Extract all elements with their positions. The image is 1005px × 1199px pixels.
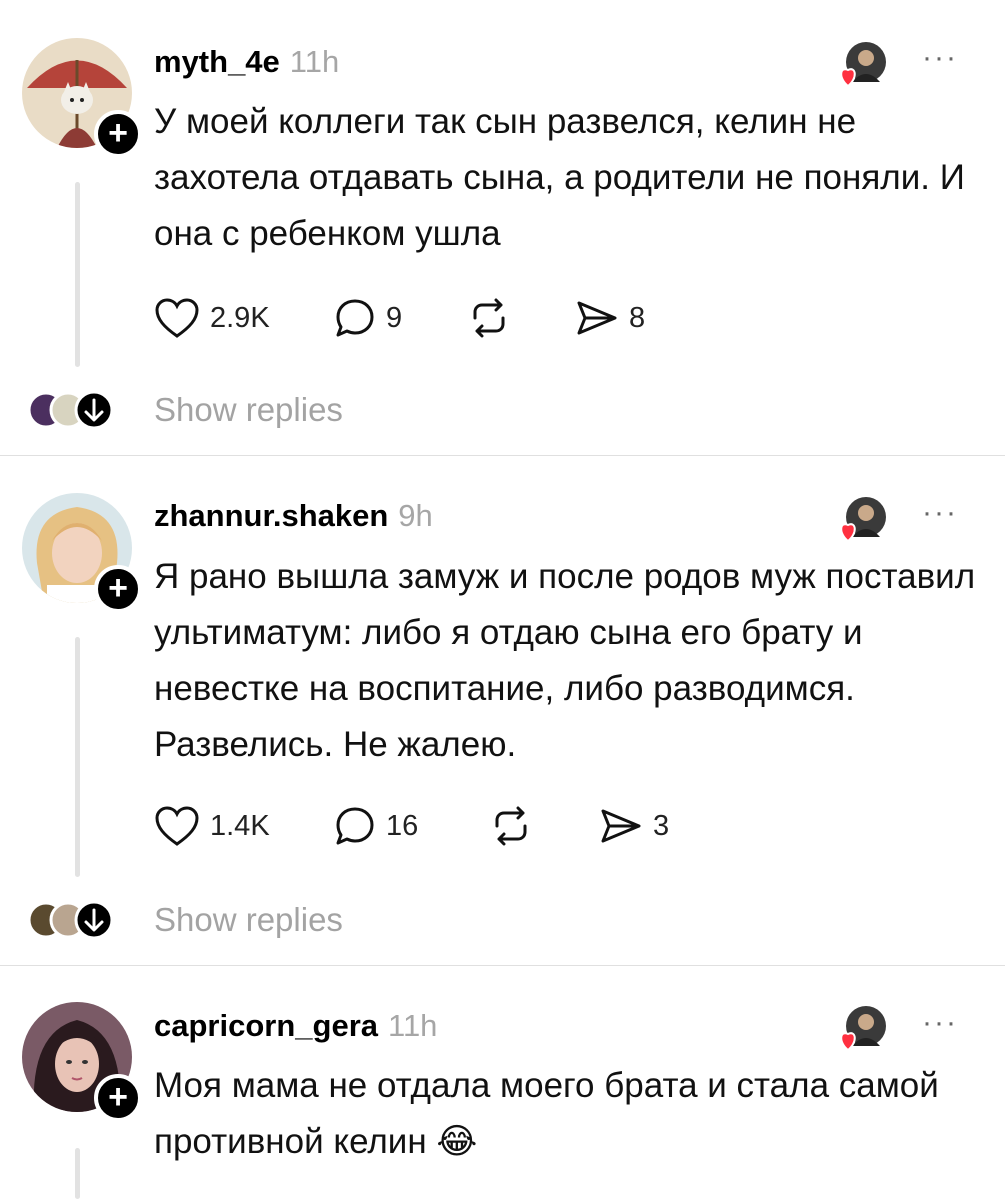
more-icon[interactable]: ··· — [922, 1008, 958, 1038]
repost-icon — [473, 298, 505, 338]
like-count: 1.4K — [210, 809, 270, 842]
post-text: Моя мама не отдала моего брата и стала с… — [154, 1066, 939, 1161]
post-header: zhannur.shaken 9h — [154, 498, 433, 534]
heart-icon — [155, 806, 199, 846]
comment-icon — [336, 299, 374, 337]
share-button[interactable]: 3 — [599, 804, 669, 848]
thread-line — [75, 182, 80, 367]
like-count: 2.9K — [210, 301, 270, 334]
post-1: + myth_4e 11h ··· У моей коллеги так сын … — [0, 0, 1005, 455]
more-icon[interactable]: ··· — [922, 43, 958, 73]
post-2: + zhannur.shaken 9h ··· Я рано вышла заму… — [0, 456, 1005, 965]
share-button[interactable]: 8 — [575, 296, 645, 340]
show-replies-link[interactable]: Show replies — [154, 390, 343, 430]
share-count: 8 — [629, 301, 646, 334]
timestamp: 11h — [289, 44, 340, 79]
liked-by-avatar-icon[interactable] — [834, 1002, 890, 1058]
post-actions: 2.9K 9 8 — [154, 296, 645, 340]
post-actions: 1.4K 16 3 — [154, 804, 669, 848]
follow-plus-icon[interactable]: + — [94, 565, 142, 613]
like-button[interactable]: 1.4K — [154, 804, 334, 848]
follow-plus-icon[interactable]: + — [94, 1074, 142, 1122]
show-replies-link[interactable]: Show replies — [154, 900, 343, 940]
post-header: capricorn_gera 11h — [154, 1008, 437, 1044]
post-text: Я рано вышла замуж и после родов муж пос… — [154, 557, 976, 764]
like-button[interactable]: 2.9K — [154, 296, 334, 340]
comment-count: 16 — [386, 809, 419, 842]
post-3: + capricorn_gera 11h ··· Моя мама не отда… — [0, 966, 1005, 1199]
liked-by-avatar-icon[interactable] — [834, 493, 890, 549]
thread-line — [75, 637, 80, 877]
timestamp: 11h — [388, 1008, 438, 1043]
comment-button[interactable]: 16 — [334, 804, 489, 848]
follow-plus-icon[interactable]: + — [94, 110, 142, 158]
repost-icon — [495, 806, 527, 846]
timestamp: 9h — [398, 498, 433, 533]
username[interactable]: myth_4e — [154, 44, 280, 79]
post-header: myth_4e 11h — [154, 44, 339, 80]
heart-icon — [155, 298, 199, 338]
thread-line — [75, 1148, 80, 1199]
comment-button[interactable]: 9 — [334, 296, 467, 340]
share-icon — [601, 809, 641, 843]
share-icon — [577, 301, 617, 335]
replies-avatars[interactable] — [27, 898, 138, 942]
more-icon[interactable]: ··· — [922, 498, 958, 528]
comment-icon — [336, 807, 374, 845]
replies-avatars[interactable] — [27, 388, 138, 432]
username[interactable]: zhannur.shaken — [154, 498, 388, 533]
repost-button[interactable] — [467, 296, 575, 340]
share-count: 3 — [653, 809, 670, 842]
post-text: У моей коллеги так сын развелся, келин н… — [154, 102, 965, 253]
comment-count: 9 — [386, 301, 403, 334]
username[interactable]: capricorn_gera — [154, 1008, 378, 1043]
liked-by-avatar-icon[interactable] — [834, 38, 890, 94]
repost-button[interactable] — [489, 804, 599, 848]
